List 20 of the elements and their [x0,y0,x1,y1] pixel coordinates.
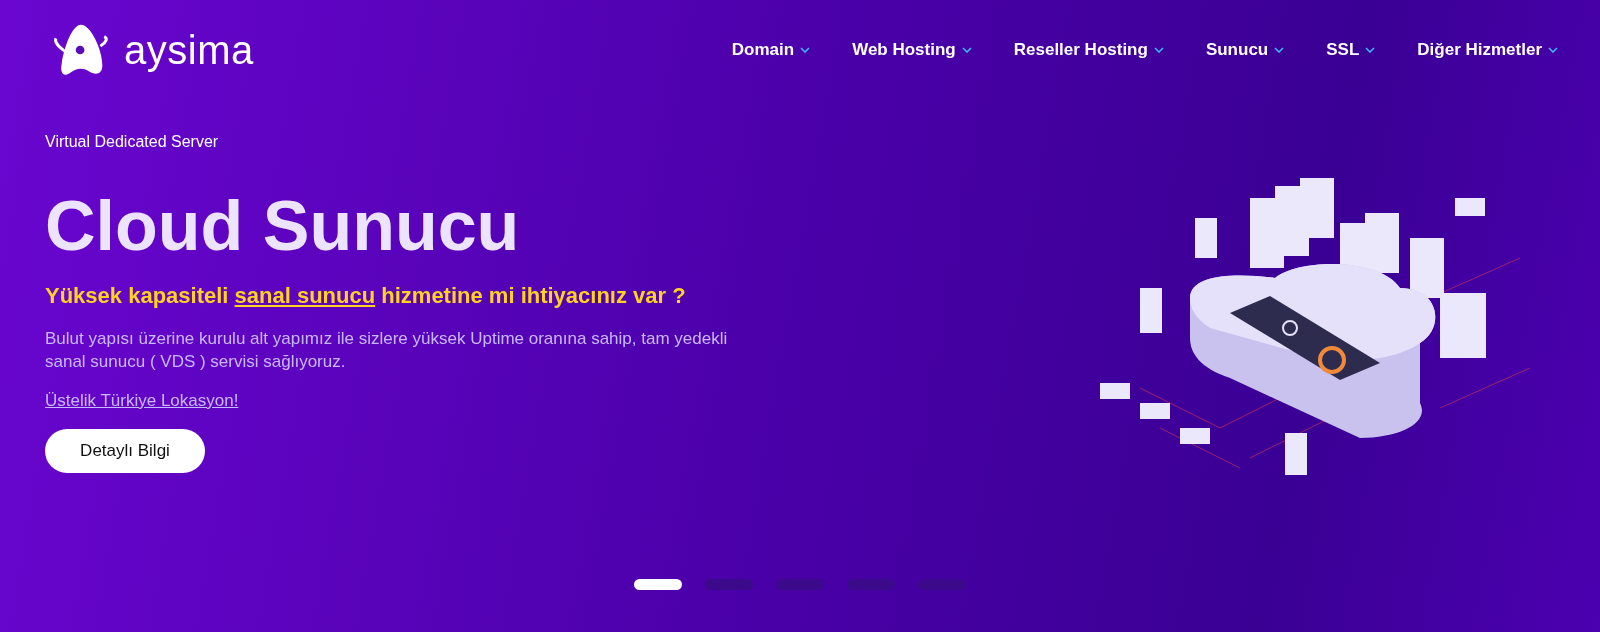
hero-eyebrow: Virtual Dedicated Server [45,133,219,151]
details-button[interactable]: Detaylı Bilgi [45,429,205,473]
nav-menu-item[interactable]: Reseller Hosting [1013,40,1164,60]
chevron-down-icon [1365,47,1376,53]
chevron-down-icon [1548,47,1558,53]
nav-menu-item[interactable]: Domain [731,40,811,60]
nav-menu-item[interactable]: Web Hosting [852,40,972,60]
chevron-down-icon [1274,47,1285,53]
logo-text[interactable]: aysima [124,27,254,73]
chevron-down-icon [1153,47,1164,53]
location-link[interactable]: Üstelik Türkiye Lokasyon! [45,391,239,411]
hero-headline: Yüksek kapasiteli sanal sunucu hizmetine mi ihtiyacınız var ? [45,283,686,309]
chevron-down-icon [800,47,811,53]
chevron-down-icon [961,47,972,53]
hero-title: Cloud Sunucu [45,191,520,261]
headline-link[interactable]: sanal sunucu [234,283,376,308]
nav-menu-item[interactable]: SSL [1326,40,1376,60]
nav-menu-item[interactable]: Sunucu [1205,40,1285,60]
nav-menu-item[interactable]: Diğer Hizmetler [1417,40,1558,60]
hero-description: Bulut yapısı üzerine kurulu alt yapımız ile sizlere yüksek Uptime oranına sahip, tam yedekli sanal sunucu ( VDS ) servisi sağlıyoruz. [45,328,729,373]
